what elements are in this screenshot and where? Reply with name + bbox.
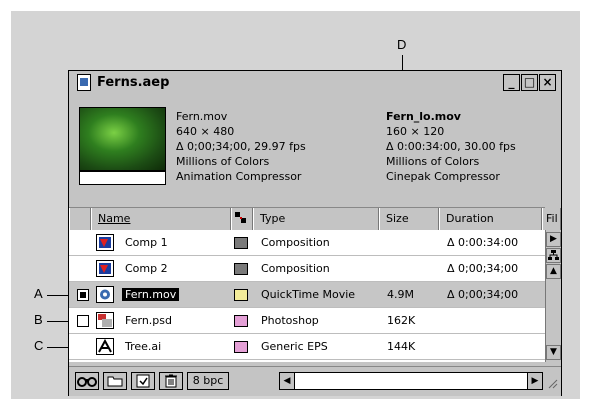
callout-c: C [34, 338, 44, 353]
bottom-toolbar: 8 bpc ◀ ▶ [69, 366, 561, 396]
title-bar[interactable]: Ferns.aep _ □ × [69, 71, 561, 96]
item-size: 144K [387, 340, 416, 353]
list-item[interactable]: Fern.psd Photoshop 162K [69, 308, 545, 334]
window-title: Ferns.aep [97, 75, 170, 90]
list-item-selected[interactable]: Fern.mov QuickTime Movie 4.9M Δ 0;00;34;… [69, 282, 545, 308]
info-panel: Fern.mov 640 × 480 Δ 0;00;34;00, 29.97 f… [69, 95, 561, 195]
left-info-dims: 640 × 480 [176, 125, 235, 138]
right-info-compressor: Cinepak Compressor [386, 170, 500, 183]
find-button[interactable] [75, 372, 99, 390]
trash-icon [165, 374, 177, 388]
new-composition-button[interactable] [131, 372, 155, 390]
column-duration[interactable]: Duration [439, 208, 542, 230]
item-duration: Δ 0;00;34;00 [447, 288, 519, 301]
project-item-list: Comp 1 Composition Δ 0:00:34:00 Comp 2 C… [69, 230, 545, 362]
photoshop-icon [96, 312, 114, 329]
right-info-name: Fern_lo.mov [386, 110, 461, 123]
item-type: Photoshop [261, 314, 319, 327]
maximize-button[interactable]: □ [521, 74, 538, 91]
left-info: Fern.mov 640 × 480 Δ 0;00;34;00, 29.97 f… [176, 109, 306, 184]
item-duration: Δ 0:00:34:00 [447, 236, 519, 249]
item-name: Fern.psd [125, 314, 172, 327]
label-swatch[interactable] [234, 237, 248, 249]
item-name: Comp 1 [125, 236, 168, 249]
folder-icon [107, 376, 123, 387]
scroll-right-arrow-icon[interactable]: ▶ [527, 373, 542, 389]
minimize-button[interactable]: _ [503, 74, 520, 91]
column-type[interactable]: Type [253, 208, 379, 230]
new-folder-button[interactable] [103, 372, 127, 390]
column-file[interactable]: Fil [542, 208, 561, 230]
composition-icon [96, 260, 114, 277]
resize-grip-icon[interactable] [546, 377, 558, 389]
flowchart-icon[interactable] [546, 248, 561, 263]
scroll-down-arrow-icon[interactable]: ▼ [546, 345, 561, 360]
project-window: Ferns.aep _ □ × Fern.mov 640 × 480 Δ 0;0… [68, 70, 562, 396]
list-item[interactable]: Comp 2 Composition Δ 0;00;34;00 [69, 256, 545, 282]
composition-icon [136, 374, 150, 388]
scroll-up-arrow-icon[interactable]: ▲ [546, 264, 561, 279]
list-item[interactable]: Tree.ai Generic EPS 144K [69, 334, 545, 360]
quicktime-icon [96, 286, 114, 303]
thumbnail-strip [79, 171, 166, 185]
label-swatch[interactable] [234, 263, 248, 275]
item-name: Fern.mov [122, 288, 180, 301]
label-swatch[interactable] [234, 289, 248, 301]
left-info-name: Fern.mov [176, 110, 228, 123]
label-column-icon [235, 212, 247, 224]
item-type: Generic EPS [261, 340, 328, 353]
vertical-scrollbar[interactable]: ▶ ▲ ▼ [545, 230, 561, 362]
bit-depth-button[interactable]: 8 bpc [187, 372, 229, 390]
column-header-row: Name Type Size Duration Fil [69, 207, 561, 231]
left-info-compressor: Animation Compressor [176, 170, 302, 183]
delete-button[interactable] [159, 372, 183, 390]
callout-d: D [397, 37, 407, 52]
illustrator-icon [96, 338, 114, 355]
item-size: 4.9M [387, 288, 414, 301]
proxy-checkbox-inactive[interactable] [77, 315, 89, 327]
panel-menu-arrow-icon[interactable]: ▶ [546, 232, 561, 247]
column-label[interactable] [231, 208, 253, 230]
item-type: Composition [261, 262, 330, 275]
right-info-colors: Millions of Colors [386, 155, 480, 168]
horizontal-scrollbar[interactable]: ◀ ▶ [279, 372, 543, 390]
label-swatch[interactable] [234, 341, 248, 353]
scroll-left-arrow-icon[interactable]: ◀ [280, 373, 295, 389]
close-button[interactable]: × [539, 74, 556, 91]
callout-b: B [34, 312, 43, 327]
item-type: QuickTime Movie [261, 288, 356, 301]
label-swatch[interactable] [234, 315, 248, 327]
project-icon [77, 74, 91, 91]
right-info: Fern_lo.mov 160 × 120 Δ 0:00:34:00, 30.0… [386, 109, 516, 184]
column-size[interactable]: Size [379, 208, 439, 230]
left-info-colors: Millions of Colors [176, 155, 270, 168]
binoculars-icon [77, 377, 97, 387]
item-duration: Δ 0;00;34;00 [447, 262, 519, 275]
column-blank [69, 208, 91, 230]
column-name[interactable]: Name [91, 208, 231, 230]
composition-icon [96, 234, 114, 251]
list-item[interactable]: Comp 1 Composition Δ 0:00:34:00 [69, 230, 545, 256]
callout-a: A [34, 286, 43, 301]
item-size: 162K [387, 314, 416, 327]
footage-thumbnail [79, 107, 166, 171]
item-name: Tree.ai [125, 340, 162, 353]
item-type: Composition [261, 236, 330, 249]
left-info-timing: Δ 0;00;34;00, 29.97 fps [176, 140, 306, 153]
item-name: Comp 2 [125, 262, 168, 275]
right-info-dims: 160 × 120 [386, 125, 445, 138]
right-info-timing: Δ 0:00:34:00, 30.00 fps [386, 140, 516, 153]
proxy-checkbox-active[interactable] [77, 289, 89, 301]
